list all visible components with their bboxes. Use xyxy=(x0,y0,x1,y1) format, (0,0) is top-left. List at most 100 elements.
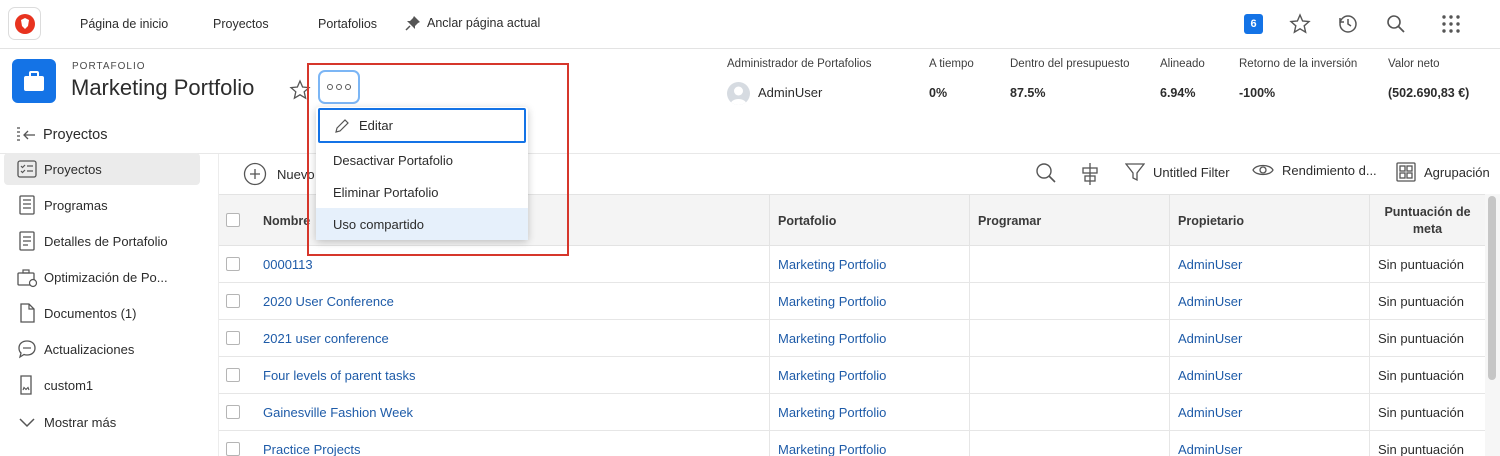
table-row[interactable]: Four levels of parent tasks Marketing Por… xyxy=(219,357,1485,394)
owner-link[interactable]: AdminUser xyxy=(1169,394,1369,431)
sidebar-item-optimizer[interactable]: Optimización de Po... xyxy=(4,261,200,293)
project-name-link[interactable]: Practice Projects xyxy=(255,431,769,456)
schedule-cell xyxy=(969,246,1169,283)
schedule-cell xyxy=(969,320,1169,357)
table-row[interactable]: 0000113 Marketing Portfolio AdminUser Sin p… xyxy=(219,246,1485,283)
sidebar-item-label: custom1 xyxy=(44,377,94,393)
column-header-schedule[interactable]: Programar xyxy=(969,195,1169,247)
history-icon[interactable] xyxy=(1337,13,1359,35)
project-name-link[interactable]: 0000113 xyxy=(255,246,769,283)
project-name-link[interactable]: 2021 user conference xyxy=(255,320,769,357)
portfolio-link[interactable]: Marketing Portfolio xyxy=(769,283,969,320)
view-button[interactable]: Rendimiento d... xyxy=(1252,162,1377,178)
new-project-button[interactable]: Nuevo xyxy=(243,162,315,186)
toolbar-search-icon[interactable] xyxy=(1035,162,1057,184)
schedule-cell xyxy=(969,283,1169,320)
row-checkbox[interactable] xyxy=(226,257,240,271)
new-button-label: Nuevo xyxy=(277,166,315,182)
pencil-icon xyxy=(334,118,350,134)
apps-grid-icon[interactable] xyxy=(1440,13,1462,35)
top-navigation: Página de inicio Proyectos Portafolios A… xyxy=(0,0,1500,49)
logo-icon xyxy=(15,14,35,34)
column-header-owner[interactable]: Propietario xyxy=(1169,195,1369,247)
project-name-link[interactable]: Gainesville Fashion Week xyxy=(255,394,769,431)
goal-score-cell: Sin puntuación xyxy=(1369,357,1485,394)
project-name-link[interactable]: 2020 User Conference xyxy=(255,283,769,320)
sidebar-item-updates[interactable]: Actualizaciones xyxy=(4,333,200,365)
goal-score-cell: Sin puntuación xyxy=(1369,283,1485,320)
row-checkbox[interactable] xyxy=(226,405,240,419)
menu-item-deactivate[interactable]: Desactivar Portafolio xyxy=(316,144,528,176)
add-circle-icon xyxy=(243,162,267,186)
nav-portfolios[interactable]: Portafolios xyxy=(318,17,377,31)
table-row[interactable]: Gainesville Fashion Week Marketing Portfo… xyxy=(219,394,1485,431)
table-row[interactable]: Practice Projects Marketing Portfolio Admi… xyxy=(219,431,1485,456)
owner-link[interactable]: AdminUser xyxy=(1169,431,1369,456)
more-options-menu: Editar Desactivar Portafolio Eliminar Po… xyxy=(316,107,528,240)
eye-icon xyxy=(1252,162,1274,178)
row-checkbox[interactable] xyxy=(226,368,240,382)
sidebar-item-label: Programas xyxy=(44,197,108,213)
portfolio-link[interactable]: Marketing Portfolio xyxy=(769,246,969,283)
owner-link[interactable]: AdminUser xyxy=(1169,357,1369,394)
metric-label-roi: Retorno de la inversión xyxy=(1239,58,1358,70)
pin-label: Anclar página actual xyxy=(427,16,541,30)
sidebar-item-custom1[interactable]: custom1 xyxy=(4,369,200,401)
favorite-star-icon[interactable] xyxy=(289,79,311,101)
collapse-sidebar-icon[interactable] xyxy=(16,126,36,144)
row-checkbox[interactable] xyxy=(226,294,240,308)
filter-button[interactable]: Untitled Filter xyxy=(1125,162,1230,182)
select-all-checkbox[interactable] xyxy=(226,213,240,227)
metric-value-on-time: 0% xyxy=(929,86,948,100)
custom-icon xyxy=(16,374,38,396)
more-dot-icon xyxy=(336,84,342,90)
page-title: Marketing Portfolio xyxy=(71,75,255,100)
table-row[interactable]: 2020 User Conference Marketing Portfolio A… xyxy=(219,283,1485,320)
metric-label-net-value: Valor neto xyxy=(1388,58,1440,70)
table-row[interactable]: 2021 user conference Marketing Portfolio A… xyxy=(219,320,1485,357)
owner-link[interactable]: AdminUser xyxy=(1169,320,1369,357)
goal-score-cell: Sin puntuación xyxy=(1369,246,1485,283)
portfolio-link[interactable]: Marketing Portfolio xyxy=(769,394,969,431)
filter-label: Untitled Filter xyxy=(1153,164,1230,180)
nav-home[interactable]: Página de inicio xyxy=(80,17,168,31)
row-checkbox[interactable] xyxy=(226,442,240,456)
column-settings-icon[interactable] xyxy=(1081,162,1099,186)
row-checkbox[interactable] xyxy=(226,331,240,345)
portfolio-link[interactable]: Marketing Portfolio xyxy=(769,431,969,456)
portfolio-link[interactable]: Marketing Portfolio xyxy=(769,320,969,357)
scrollbar-thumb[interactable] xyxy=(1488,196,1496,380)
metric-label-on-time: A tiempo xyxy=(929,58,974,70)
menu-item-sharing[interactable]: Uso compartido xyxy=(316,208,528,240)
pin-icon xyxy=(405,15,421,31)
notifications-badge[interactable]: 6 xyxy=(1244,14,1263,34)
sidebar-item-documents[interactable]: Documentos (1) xyxy=(4,297,200,329)
sidebar-item-programs[interactable]: Programas xyxy=(4,189,200,221)
more-options-button[interactable] xyxy=(318,70,360,104)
app-logo[interactable] xyxy=(8,7,41,40)
nav-projects[interactable]: Proyectos xyxy=(213,17,269,31)
optimizer-icon xyxy=(16,266,38,288)
search-icon[interactable] xyxy=(1385,13,1407,35)
owner-link[interactable]: AdminUser xyxy=(1169,246,1369,283)
goal-score-cell: Sin puntuación xyxy=(1369,394,1485,431)
updates-icon xyxy=(16,338,38,360)
project-name-link[interactable]: Four levels of parent tasks xyxy=(255,357,769,394)
column-header-goal-score[interactable]: Puntuación de meta xyxy=(1369,195,1485,247)
owner-link[interactable]: AdminUser xyxy=(1169,283,1369,320)
portfolio-admin-name[interactable]: AdminUser xyxy=(758,85,822,100)
portfolio-link[interactable]: Marketing Portfolio xyxy=(769,357,969,394)
pin-page-button[interactable]: Anclar página actual xyxy=(405,15,540,31)
sidebar-show-more[interactable]: Mostrar más xyxy=(4,406,200,438)
sidebar-item-portfolio-details[interactable]: Detalles de Portafolio xyxy=(4,225,200,257)
sidebar-item-projects[interactable]: Proyectos xyxy=(4,153,200,185)
grouping-button[interactable]: Agrupación xyxy=(1396,162,1490,182)
menu-item-delete[interactable]: Eliminar Portafolio xyxy=(316,176,528,208)
chevron-down-icon xyxy=(16,411,38,433)
star-icon[interactable] xyxy=(1289,13,1311,35)
column-header-portfolio[interactable]: Portafolio xyxy=(769,195,969,247)
portfolio-briefcase-icon xyxy=(12,59,56,103)
menu-item-edit[interactable]: Editar xyxy=(318,108,526,143)
more-dot-icon xyxy=(327,84,333,90)
sidebar-item-label: Mostrar más xyxy=(44,414,117,430)
